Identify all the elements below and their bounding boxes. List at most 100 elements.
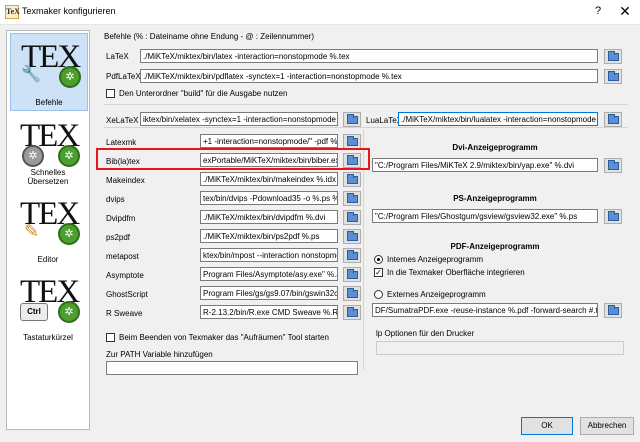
latex-command-field[interactable]: ./MiKTeX/miktex/bin/latex -interaction=n… <box>140 49 598 63</box>
dvipdfm-browse-button[interactable] <box>343 210 361 225</box>
dvi-viewer-field[interactable]: "C:/Program Files/MiKTeX 2.9/miktex/bin/… <box>372 158 598 172</box>
folder-icon <box>608 160 619 170</box>
lualatex-label: LuaLaTeX <box>366 116 403 125</box>
sidebar-item-befehle[interactable]: TEX 🔧 ✲ Befehle <box>10 33 88 111</box>
dvipdfm-label: Dvipdfm <box>106 214 136 223</box>
dvips-command-field[interactable]: tex/bin/dvips -Pdownload35 -o %.ps %.dvi <box>200 191 338 205</box>
path-label: Zur PATH Variable hinzufügen <box>106 350 213 359</box>
makeindex-browse-button[interactable] <box>343 172 361 187</box>
settings-category-list: TEX 🔧 ✲ Befehle TEX ✲ ✲ Schnelles Überse… <box>6 30 90 430</box>
folder-icon <box>347 136 358 146</box>
sidebar-item-label: Tastaturkürzel <box>23 333 73 342</box>
small-gear-icon: ✲ <box>22 145 44 167</box>
folder-icon <box>347 231 358 241</box>
gear-icon: ✲ <box>58 145 80 167</box>
metapost-label: metapost <box>106 252 139 261</box>
folder-icon <box>347 114 358 124</box>
ghostscript-label: GhostScript <box>106 290 148 299</box>
latex-browse-button[interactable] <box>604 49 622 64</box>
embed-viewer-checkbox[interactable]: ✓ <box>374 268 383 277</box>
check-mark-icon: ✓ <box>375 268 382 277</box>
makeindex-command-field[interactable]: ./MiKTeX/miktex/bin/makeindex %.idx <box>200 172 338 186</box>
ghostscript-command-field[interactable]: Program Files/gs/gs9.07/bin/gswin32c.exe… <box>200 286 338 300</box>
external-viewer-field[interactable]: DF/SumatraPDF.exe -reuse-instance %.pdf … <box>372 303 598 317</box>
folder-icon <box>347 174 358 184</box>
pdflatex-label: PdfLaTeX <box>106 72 141 81</box>
ps-viewer-field[interactable]: "C:/Program Files/Ghostgum/gsview/gsview… <box>372 209 598 223</box>
ps-viewer-title: PS-Anzeigeprogramm <box>453 194 537 203</box>
folder-icon <box>347 193 358 203</box>
ctrl-key-icon: Ctrl <box>20 303 48 321</box>
internal-viewer-radio[interactable] <box>374 255 383 264</box>
path-field[interactable] <box>106 361 358 375</box>
latexmk-label: Latexmk <box>106 138 137 147</box>
dvips-browse-button[interactable] <box>343 191 361 206</box>
gear-icon: ✲ <box>58 223 80 245</box>
ps-browse-button[interactable] <box>604 209 622 224</box>
dvips-label: dvips <box>106 195 125 204</box>
close-button[interactable]: ✕ <box>617 3 633 20</box>
build-folder-checkbox[interactable] <box>106 89 115 98</box>
xelatex-command-field[interactable]: iktex/bin/xelatex -synctex=1 -interactio… <box>140 112 338 126</box>
folder-icon <box>608 211 619 221</box>
xelatex-label: XeLaTeX <box>106 116 139 125</box>
folder-icon <box>347 288 358 298</box>
divider <box>104 127 628 128</box>
ok-button[interactable]: OK <box>521 417 573 435</box>
highlight-box <box>96 148 370 170</box>
asymptote-label: Asymptote <box>106 271 144 280</box>
section-header: Befehle (% : Dateiname ohne Endung - @ :… <box>104 32 315 41</box>
external-viewer-label: Externes Anzeigeprogramm <box>387 290 486 299</box>
print-options-field[interactable] <box>376 341 624 355</box>
ps2pdf-label: ps2pdf <box>106 233 131 242</box>
ghostscript-browse-button[interactable] <box>343 286 361 301</box>
help-button[interactable]: ? <box>590 5 606 17</box>
folder-icon <box>608 71 619 81</box>
external-viewer-radio[interactable] <box>374 290 383 299</box>
lualatex-browse-button[interactable] <box>604 112 622 127</box>
folder-icon <box>608 114 619 124</box>
window-title: Texmaker konfigurieren <box>22 6 116 16</box>
xelatex-browse-button[interactable] <box>343 112 361 127</box>
latexmk-command-field[interactable]: +1 -interaction=nonstopmode/" -pdf %.tex <box>200 134 338 148</box>
app-icon: TeX <box>5 5 20 19</box>
internal-viewer-label: Internes Anzeigeprogramm <box>387 255 484 264</box>
dvi-viewer-title: Dvi-Anzeigeprogramm <box>452 143 538 152</box>
folder-icon <box>347 307 358 317</box>
folder-icon <box>608 305 619 315</box>
ps2pdf-browse-button[interactable] <box>343 229 361 244</box>
sidebar-item-label: Schnelles Übersetzen <box>27 168 69 186</box>
sidebar-item-tastaturkuerzel[interactable]: TEX Ctrl ✲ Tastaturkürzel <box>10 269 86 345</box>
dvipdfm-command-field[interactable]: ./MiKTeX/miktex/bin/dvipdfm %.dvi <box>200 210 338 224</box>
cleanup-checkbox[interactable] <box>106 333 115 342</box>
pencil-icon: ✎ <box>24 221 40 241</box>
metapost-command-field[interactable]: ktex/bin/mpost --interaction nonstopmode <box>200 248 338 262</box>
asymptote-browse-button[interactable] <box>343 267 361 282</box>
latexmk-browse-button[interactable] <box>343 134 361 149</box>
build-folder-label: Den Unterordner "build" für die Ausgabe … <box>119 89 288 98</box>
external-browse-button[interactable] <box>604 303 622 318</box>
folder-icon <box>347 212 358 222</box>
metapost-browse-button[interactable] <box>343 248 361 263</box>
lualatex-command-field[interactable]: ./MiKTeX/miktex/bin/lualatex -interactio… <box>398 112 598 126</box>
r-sweave-label: R Sweave <box>106 309 143 318</box>
ps2pdf-command-field[interactable]: ./MiKTeX/miktex/bin/ps2pdf %.ps <box>200 229 338 243</box>
cancel-button[interactable]: Abbrechen <box>580 417 634 435</box>
latex-label: LaTeX <box>106 52 129 61</box>
r-sweave-command-field[interactable]: R-2.13.2/bin/R.exe CMD Sweave %.Rnw <box>200 305 338 319</box>
makeindex-label: Makeindex <box>106 176 145 185</box>
folder-icon <box>608 51 619 61</box>
folder-icon <box>347 250 358 260</box>
cleanup-label: Beim Beenden von Texmaker das "Aufräumen… <box>119 333 329 342</box>
wrench-icon: 🔧 <box>21 66 41 83</box>
dvi-browse-button[interactable] <box>604 158 622 173</box>
r-sweave-browse-button[interactable] <box>343 305 361 320</box>
embed-viewer-label: In die Texmaker Oberfläche integrieren <box>387 268 525 277</box>
pdf-viewer-title: PDF-Anzeigeprogramm <box>450 242 540 251</box>
pdflatex-command-field[interactable]: ./MiKTeX/miktex/bin/pdflatex -synctex=1 … <box>140 69 598 83</box>
sidebar-item-schnelles-uebersetzen[interactable]: TEX ✲ ✲ Schnelles Übersetzen <box>10 113 86 189</box>
asymptote-command-field[interactable]: Program Files/Asymptote/asy.exe" %.asy <box>200 267 338 281</box>
sidebar-item-editor[interactable]: TEX ✎ ✲ Editor <box>10 191 86 267</box>
pdflatex-browse-button[interactable] <box>604 69 622 84</box>
divider <box>104 104 628 105</box>
